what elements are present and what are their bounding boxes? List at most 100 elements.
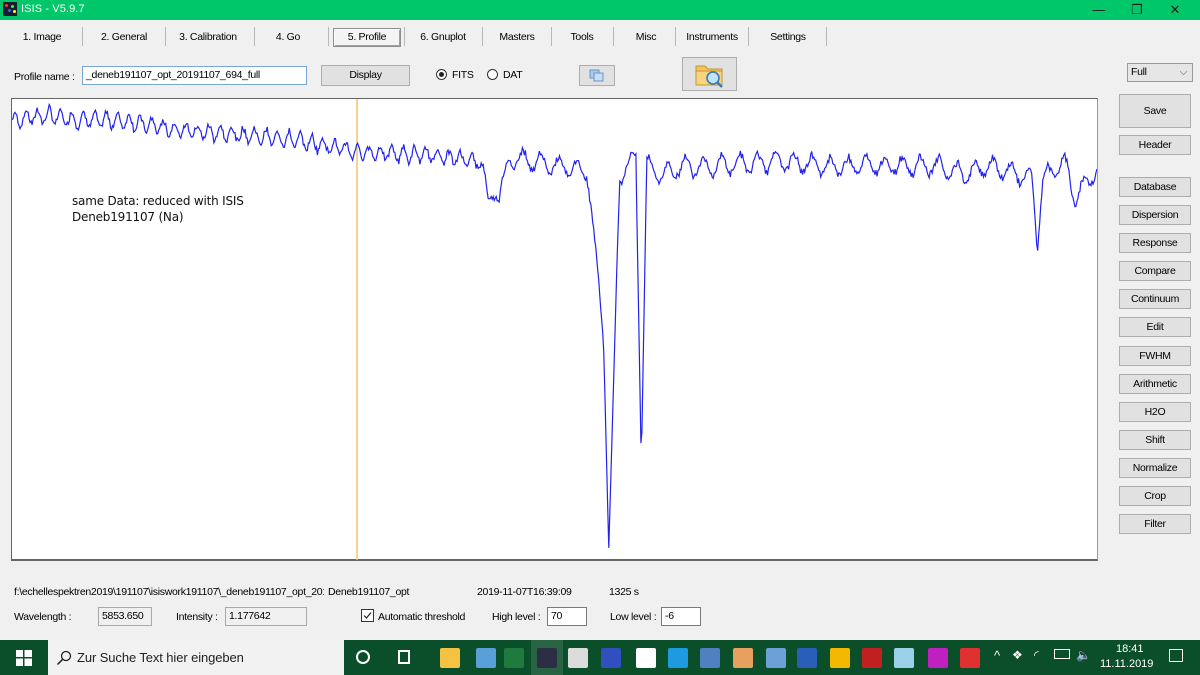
tab-masters[interactable]: Masters xyxy=(486,27,548,47)
folder-search-icon xyxy=(695,65,723,88)
h2o-button[interactable]: H2O xyxy=(1119,402,1191,422)
edit-button[interactable]: Edit xyxy=(1119,317,1191,337)
exposure-time: 1325 s xyxy=(609,586,639,598)
tab-misc[interactable]: Misc xyxy=(616,27,676,47)
paint-icon[interactable] xyxy=(733,648,753,668)
header-button[interactable]: Header xyxy=(1119,135,1191,155)
tab-settings[interactable]: Settings xyxy=(752,27,824,47)
filter-button[interactable]: Filter xyxy=(1119,514,1191,534)
rfs-icon[interactable] xyxy=(601,648,621,668)
chevron-down-icon: ⌵ xyxy=(1179,67,1188,78)
telescope-icon[interactable] xyxy=(636,648,656,668)
copy-icon xyxy=(589,69,604,82)
tab-separator xyxy=(254,27,255,46)
view-select-value: Full xyxy=(1131,66,1147,78)
search-placeholder: Zur Suche Text hier eingeben xyxy=(77,650,244,665)
chevron-up-icon[interactable]: ^ xyxy=(994,648,1000,663)
taskbar-search[interactable]: Zur Suche Text hier eingeben xyxy=(48,640,344,675)
isis-icon[interactable] xyxy=(531,640,563,675)
task-view-icon[interactable] xyxy=(398,650,410,664)
tab-separator xyxy=(613,27,614,46)
mail-icon[interactable] xyxy=(476,648,496,668)
wifi-icon[interactable]: ◜ xyxy=(1034,648,1039,662)
auto-threshold-checkbox[interactable] xyxy=(361,609,374,622)
tab-separator xyxy=(748,27,749,46)
tab-go[interactable]: 4. Go xyxy=(260,27,316,47)
tab-separator xyxy=(165,27,166,46)
spectrum-chart xyxy=(12,99,1097,560)
system-tray: ^ ❖ ◜ 🔈 18:41 11.11.2019 xyxy=(990,640,1200,675)
word-doc-icon[interactable] xyxy=(766,648,786,668)
tab-separator xyxy=(328,27,329,46)
arithmetic-button[interactable]: Arithmetic xyxy=(1119,374,1191,394)
view-select[interactable]: Full ⌵ xyxy=(1127,63,1193,82)
auto-threshold-label: Automatic threshold xyxy=(378,611,466,623)
tab-general[interactable]: 2. General xyxy=(88,27,160,47)
cortana-icon[interactable] xyxy=(356,650,370,664)
volume-icon[interactable]: 🔈 xyxy=(1076,648,1091,662)
save-button[interactable]: Save xyxy=(1119,94,1191,128)
pdf-icon[interactable] xyxy=(960,648,980,668)
fits-label: FITS xyxy=(452,69,474,81)
clock-time[interactable]: 18:41 xyxy=(1116,643,1144,655)
copy-button[interactable] xyxy=(579,65,615,86)
tab-tools[interactable]: Tools xyxy=(554,27,610,47)
spectrum-plot[interactable]: same Data: reduced with ISIS Deneb191107… xyxy=(11,98,1098,561)
dropbox-icon[interactable]: ❖ xyxy=(1012,648,1023,662)
display-button[interactable]: Display xyxy=(321,65,410,86)
title-bar: ISIS - V5.9.7 — ❐ ✕ xyxy=(0,0,1200,20)
plot-annotation-line1: same Data: reduced with ISIS xyxy=(72,194,244,208)
clock-date[interactable]: 11.11.2019 xyxy=(1100,658,1153,670)
word-icon[interactable] xyxy=(797,648,817,668)
intensity-field: 1.177642 xyxy=(225,607,307,626)
spectrum-icon[interactable] xyxy=(928,648,948,668)
excel-icon[interactable] xyxy=(504,648,524,668)
normalize-button[interactable]: Normalize xyxy=(1119,458,1191,478)
refresh-icon[interactable] xyxy=(668,648,688,668)
plot-annotation-line2: Deneb191107 (Na) xyxy=(72,210,184,224)
windows-icon xyxy=(16,650,32,666)
dispersion-button[interactable]: Dispersion xyxy=(1119,205,1191,225)
response-button[interactable]: Response xyxy=(1119,233,1191,253)
compare-button[interactable]: Compare xyxy=(1119,261,1191,281)
tab-profile[interactable]: 5. Profile xyxy=(333,28,401,47)
puzzle-icon[interactable] xyxy=(862,648,882,668)
tab-gnuplot[interactable]: 6. Gnuplot xyxy=(408,27,478,47)
active-app-highlight xyxy=(531,640,563,675)
high-level-label: High level : xyxy=(492,611,541,623)
low-level-input[interactable]: -6 xyxy=(661,607,701,626)
tab-separator xyxy=(482,27,483,46)
continuum-button[interactable]: Continuum xyxy=(1119,289,1191,309)
window-title: ISIS - V5.9.7 xyxy=(21,3,85,15)
notification-icon[interactable] xyxy=(1169,649,1183,662)
dat-radio[interactable] xyxy=(487,69,498,80)
close-button[interactable]: ✕ xyxy=(1152,0,1198,20)
tab-separator xyxy=(551,27,552,46)
tab-separator xyxy=(826,27,827,46)
observation-date: 2019-11-07T16:39:09 xyxy=(477,586,572,598)
calculator-icon[interactable] xyxy=(568,648,588,668)
tab-separator xyxy=(82,27,83,46)
high-level-input[interactable]: 70 xyxy=(547,607,587,626)
profile-name-input[interactable]: _deneb191107_opt_20191107_694_full xyxy=(82,66,307,85)
arrows-icon[interactable] xyxy=(830,648,850,668)
tab-instruments[interactable]: Instruments xyxy=(678,27,746,47)
file-explorer-icon[interactable] xyxy=(440,648,460,668)
shift-button[interactable]: Shift xyxy=(1119,430,1191,450)
fits-radio[interactable] xyxy=(436,69,447,80)
crop-button[interactable]: Crop xyxy=(1119,486,1191,506)
start-button[interactable] xyxy=(0,640,48,675)
dat-label: DAT xyxy=(503,69,523,81)
notepad-icon[interactable] xyxy=(894,648,914,668)
database-button[interactable]: Database xyxy=(1119,177,1191,197)
open-file-button[interactable] xyxy=(682,57,737,91)
fwhm-button[interactable]: FWHM xyxy=(1119,346,1191,366)
app-icon[interactable] xyxy=(700,648,720,668)
tab-separator xyxy=(404,27,405,46)
spectrum-line xyxy=(12,102,1097,548)
tab-calibration[interactable]: 3. Calibration xyxy=(170,27,246,47)
tab-separator xyxy=(675,27,676,46)
tab-image[interactable]: 1. Image xyxy=(8,27,76,47)
wavelength-label: Wavelength : xyxy=(14,611,72,623)
battery-icon[interactable] xyxy=(1054,649,1070,659)
